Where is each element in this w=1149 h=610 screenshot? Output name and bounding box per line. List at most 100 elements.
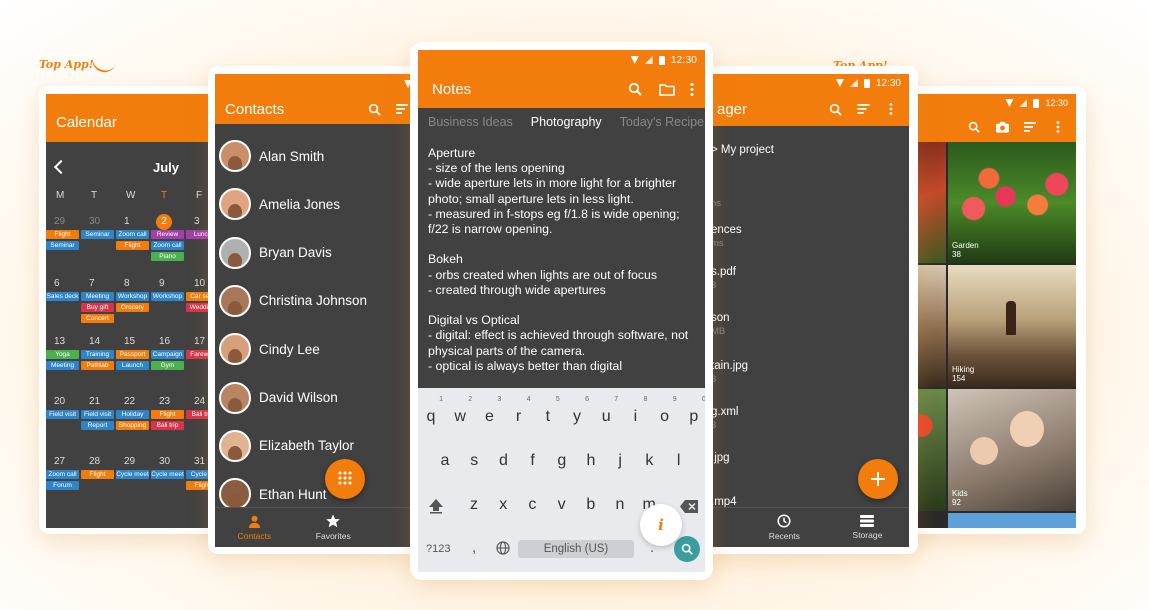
key-k[interactable]: k [639,452,659,470]
calendar-event[interactable]: Flight [81,470,114,479]
calendar-event[interactable]: Zoom call [151,241,184,250]
day-cell[interactable]: 10 [194,278,205,289]
key-j[interactable]: j [610,452,630,470]
day-cell[interactable]: 8 [124,278,130,289]
search-icon[interactable] [827,101,843,117]
contact-row[interactable]: Alan Smith [219,132,324,180]
key-t[interactable]: t5 [538,396,560,426]
key-q[interactable]: q1 [421,396,443,426]
album-tile-hiking[interactable]: Hiking 154 [948,265,1076,387]
file-item[interactable]: .jpg [711,452,730,466]
sort-icon[interactable] [1022,119,1038,135]
calendar-event[interactable]: Buy gift [81,303,114,312]
album-tile-bottom[interactable] [948,513,1076,528]
key-v[interactable]: v [552,496,572,514]
file-item[interactable]: s.pdf 3 [711,266,736,291]
calendar-event[interactable]: Meeting [81,292,114,301]
day-cell[interactable]: 2 [156,214,172,230]
key-y[interactable]: y6 [567,396,589,426]
more-icon[interactable] [883,101,899,117]
calendar-event[interactable]: Forum [46,481,79,490]
key-f[interactable]: f [523,452,543,470]
calendar-event[interactable]: Piano [151,252,184,261]
file-item[interactable]: ences ms [711,224,742,249]
file-item[interactable]: g.xml 3 [711,406,738,431]
nav-favorites[interactable]: Favorites [294,508,373,547]
tab-business-ideas[interactable]: Business Ideas [428,115,513,129]
day-cell[interactable]: 15 [124,336,135,347]
more-icon[interactable] [689,81,695,97]
contact-row[interactable]: Christina Johnson [219,277,367,325]
more-icon[interactable] [1050,119,1066,135]
key-c[interactable]: c [522,496,542,514]
calendar-event[interactable]: Grocery [116,303,149,312]
day-cell[interactable]: 24 [194,396,205,407]
shift-key[interactable] [428,498,444,519]
calendar-event[interactable]: Flight [151,410,184,419]
key-z[interactable]: z [464,496,484,514]
key-w[interactable]: w2 [450,396,472,426]
calendar-event[interactable]: Seminar [46,241,79,250]
globe-icon[interactable] [496,541,510,560]
calendar-event[interactable]: Seminar [81,230,114,239]
calendar-event[interactable]: Launch [116,361,149,370]
day-cell[interactable]: 30 [159,456,170,467]
key-h[interactable]: h [581,452,601,470]
nav-contacts[interactable]: Contacts [215,508,294,547]
search-icon[interactable] [966,119,982,135]
calendar-event[interactable]: Cycle meet [151,470,184,479]
key-i[interactable]: i8 [625,396,648,426]
calendar-event[interactable]: Yoga [46,350,79,359]
album-tile-garden[interactable]: Garden 38 [948,142,1076,263]
prev-month-icon[interactable] [53,159,69,175]
key-b[interactable]: b [581,496,601,514]
camera-icon[interactable] [994,119,1010,135]
contact-row[interactable]: David Wilson [219,374,338,422]
calendar-event[interactable]: Campaign [151,350,184,359]
calendar-event[interactable]: Flight [116,241,149,250]
key-x[interactable]: x [493,496,513,514]
file-item[interactable]: tain.jpg 3 [711,360,748,385]
calendar-event[interactable]: Review [151,230,184,239]
day-cell[interactable]: 29 [124,456,135,467]
day-cell[interactable]: 22 [124,396,135,407]
folder-icon[interactable] [659,81,675,97]
nav-recents[interactable]: Recents [743,508,826,547]
backspace-key[interactable] [680,500,698,518]
day-cell[interactable]: 20 [54,396,65,407]
space-key[interactable]: English (US) [518,540,634,558]
calendar-event[interactable]: Shopping [116,421,149,430]
calendar-event[interactable]: Workshop [151,292,184,301]
calendar-event[interactable]: Sales deck [46,292,79,301]
contact-row[interactable]: Cindy Lee [219,325,320,373]
calendar-event[interactable]: Workshop [116,292,149,301]
calendar-event[interactable]: Holiday [116,410,149,419]
file-item[interactable]: son MB [711,312,730,337]
day-cell[interactable]: 23 [159,396,170,407]
calendar-event[interactable]: Bali trip [151,421,184,430]
contact-row[interactable]: Bryan Davis [219,229,332,277]
nav-storage[interactable]: Storage [826,508,909,547]
calendar-event[interactable]: Passport [116,350,149,359]
add-button[interactable] [858,459,898,499]
calendar-event[interactable]: Pathlab [81,361,114,370]
calendar-event[interactable]: Report [81,421,114,430]
day-cell[interactable]: 6 [54,278,60,289]
tab-photography[interactable]: Photography [531,115,602,129]
day-cell[interactable]: 21 [89,396,100,407]
calendar-event[interactable]: Gym [151,361,184,370]
calendar-event[interactable]: Concert [81,314,114,323]
calendar-event[interactable]: Zoom call [46,470,79,479]
day-cell[interactable]: 29 [54,216,65,227]
comma-key[interactable]: , [472,539,476,556]
tab-todays-recipe[interactable]: Today's Recipe [620,115,704,129]
note-text[interactable]: Aperture - size of the lens opening - wi… [418,136,705,384]
key-n[interactable]: n [610,496,630,514]
search-icon[interactable] [366,101,382,117]
calendar-event[interactable]: Training [81,350,114,359]
search-icon[interactable] [627,81,643,97]
dialpad-button[interactable] [325,459,365,499]
key-g[interactable]: g [552,452,572,470]
search-key[interactable] [674,536,700,562]
calendar-event[interactable]: Zoom call [116,230,149,239]
